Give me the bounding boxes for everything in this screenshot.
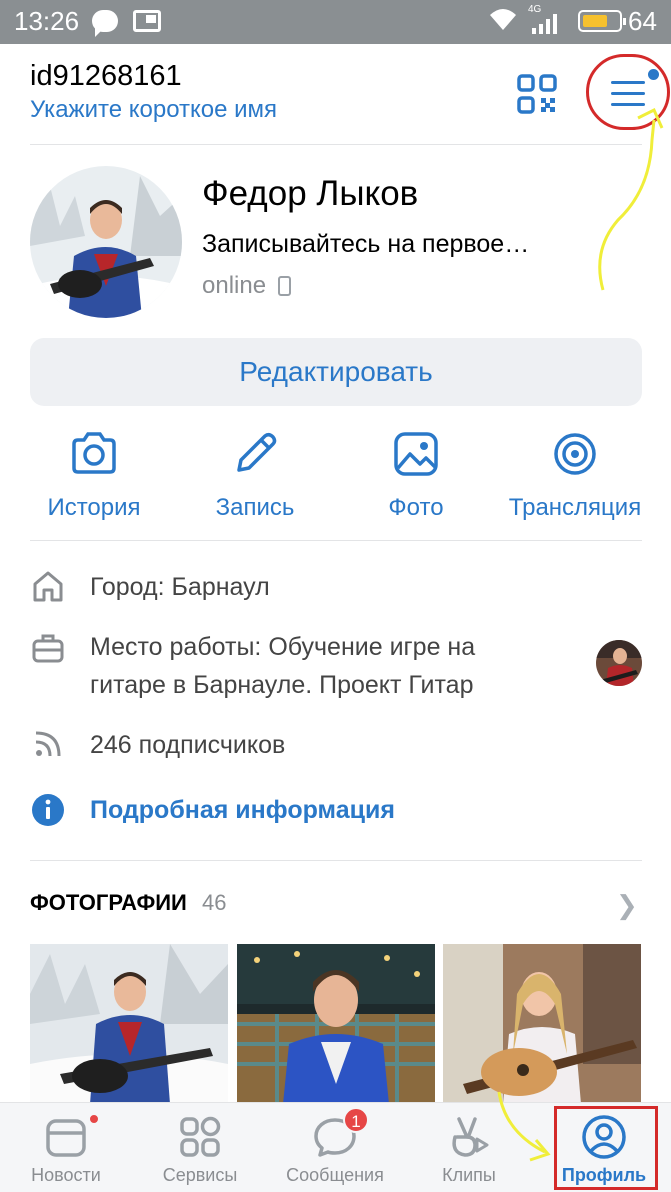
battery-percent: 64 [628,6,657,36]
annotation-arrow-menu [598,119,656,291]
city-info: Город: Барнаул [90,573,270,601]
clips-icon [452,1117,489,1157]
news-badge-dot [88,1113,100,1125]
profile-tab-annotation-box [554,1106,658,1190]
action-post[interactable]: Запись [180,428,330,522]
action-broadcast-label: Трансляция [508,494,642,521]
tab-news[interactable]: Новости [6,1113,126,1186]
info-icon [30,792,66,828]
camera-icon [72,432,116,474]
wifi-icon [488,6,518,39]
image-icon [394,432,438,476]
image-notification-icon [133,10,161,32]
divider [30,540,642,541]
chat-notification-icon [92,10,118,37]
photo-thumbnail[interactable] [443,944,641,1104]
followers-icon [30,726,66,762]
work-info-line1: Место работы: Обучение игре на [90,633,476,661]
tab-services-label: Сервисы [162,1165,238,1185]
action-broadcast[interactable]: Трансляция [500,428,650,522]
tab-messages[interactable]: Сообщения 1 [275,1107,395,1186]
user-id: id91268161 [30,60,182,92]
status-bar: 13:26 4G 64 [0,0,671,44]
divider [30,860,642,861]
action-photo-label: Фото [388,494,444,521]
photos-count: 46 [202,890,227,915]
news-icon [46,1119,86,1157]
services-icon [180,1116,221,1157]
pencil-icon [237,432,277,472]
work-info[interactable]: Место работы: Обучение игре на гитаре в … [90,628,475,704]
action-story[interactable]: История [19,428,169,522]
work-info-line2: гитаре в Барнауле. Проект Гитар [90,671,474,699]
online-status: online [202,272,267,299]
action-story-label: История [47,494,141,521]
work-community-avatar[interactable] [596,640,642,686]
tab-messages-label: Сообщения [286,1165,384,1185]
photo-thumbnail[interactable] [30,944,228,1104]
tab-services[interactable]: Сервисы [140,1113,260,1186]
briefcase-icon [30,630,66,666]
menu-notification-dot [648,69,659,80]
tab-news-label: Новости [31,1165,101,1185]
action-photo[interactable]: Фото [341,428,491,522]
profile-status[interactable]: Записывайтесь на первое… [202,230,529,259]
profile-name: Федор Лыков [202,174,419,213]
action-post-label: Запись [215,494,295,521]
set-short-name-link[interactable]: Укажите короткое имя [30,96,277,124]
detailed-info-link[interactable]: Подробная информация [90,791,395,829]
followers-count[interactable]: 246 подписчиков [90,726,285,764]
photos-section-title[interactable]: ФОТОГРАФИИ [30,890,187,916]
mobile-icon [278,276,291,296]
broadcast-icon [554,433,596,475]
edit-profile-button[interactable]: Редактировать [30,338,642,406]
chevron-right-icon[interactable]: ❯ [616,890,638,921]
menu-icon [611,81,645,84]
avatar[interactable] [30,166,182,318]
divider [30,144,642,145]
tab-clips-label: Клипы [442,1165,496,1185]
tab-clips[interactable]: Клипы [409,1113,529,1186]
photo-thumbnail[interactable] [237,944,435,1104]
messages-badge: 1 [343,1107,369,1133]
home-icon [30,568,66,604]
status-time: 13:26 [14,6,80,36]
menu-button[interactable] [586,54,670,130]
qr-code-icon[interactable] [517,74,557,114]
signal-icon [532,14,558,34]
battery-icon [578,10,626,32]
